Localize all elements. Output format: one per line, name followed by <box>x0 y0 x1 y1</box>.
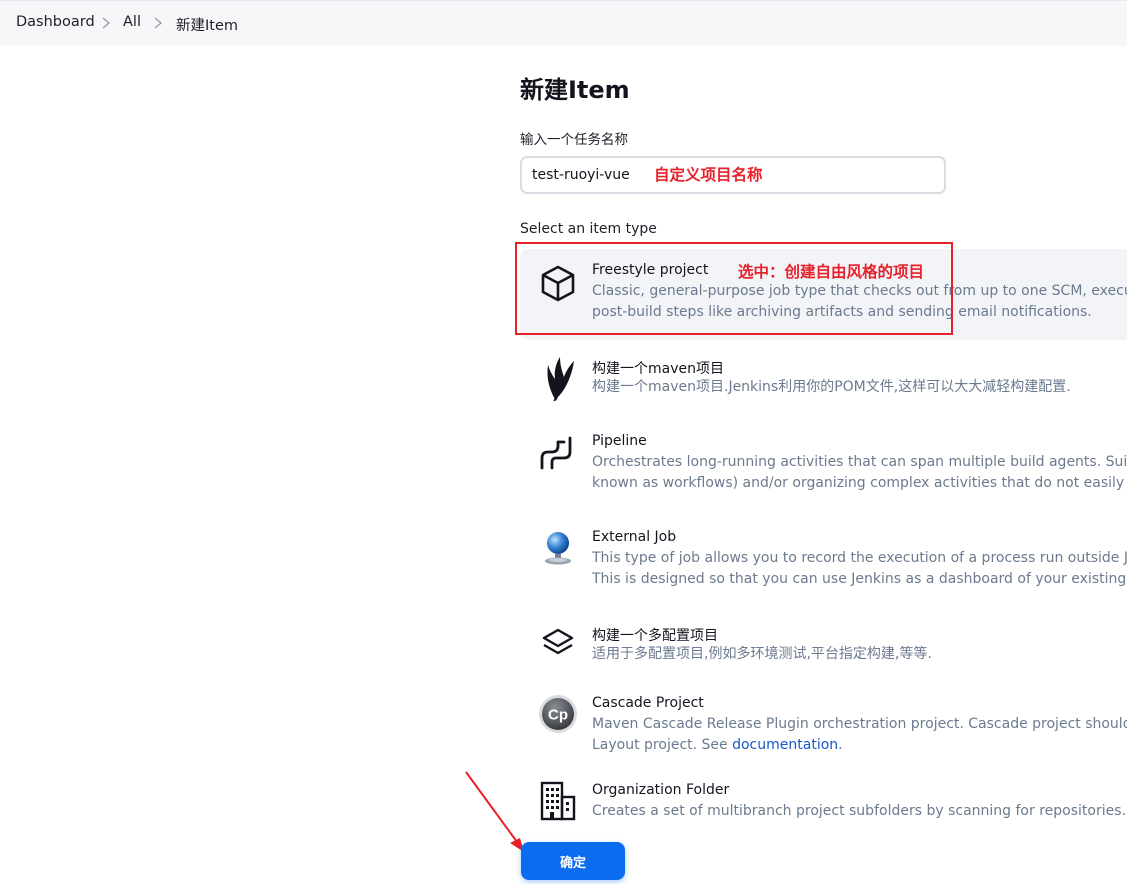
item-type-pipeline[interactable]: Pipeline Orchestrates long-running activ… <box>520 420 1127 512</box>
breadcrumb-all[interactable]: All <box>123 14 141 30</box>
item-type-title: Cascade Project <box>592 695 704 711</box>
breadcrumb-current: 新建Item <box>176 18 239 34</box>
item-type-title: Organization Folder <box>592 782 730 798</box>
item-type-description: Creates a set of multibranch project sub… <box>592 803 1126 819</box>
item-type-title: External Job <box>592 529 677 545</box>
cube-icon <box>538 263 578 303</box>
item-type-title: 构建一个maven项目 <box>592 361 724 377</box>
chevron-right-icon <box>152 16 164 30</box>
cascade-cp-icon: Cp <box>538 694 578 734</box>
building-icon <box>538 781 578 821</box>
chevron-right-icon <box>100 16 112 30</box>
item-type-label: Select an item type <box>520 221 657 237</box>
item-type-title: 构建一个多配置项目 <box>592 628 718 644</box>
page-title: 新建Item <box>520 76 630 104</box>
item-type-description: Maven Cascade Release Plugin orchestrati… <box>592 716 1127 753</box>
item-type-organization-folder[interactable]: Organization Folder Creates a set of mul… <box>520 769 1127 835</box>
item-type-description: Classic, general-purpose job type that c… <box>592 283 1127 320</box>
item-type-maven[interactable]: 构建一个maven项目 构建一个maven项目.Jenkins利用你的POM文件… <box>520 345 1127 415</box>
item-type-description: 构建一个maven项目.Jenkins利用你的POM文件,这样可以大大减轻构建配… <box>592 379 1071 395</box>
maven-feather-icon <box>538 353 578 403</box>
item-type-title: Pipeline <box>592 433 647 449</box>
annotation-name-note: 自定义项目名称 <box>654 166 763 184</box>
item-type-description: This type of job allows you to record th… <box>592 550 1127 587</box>
breadcrumb: Dashboard All 新建Item <box>0 0 1127 46</box>
item-name-input[interactable] <box>532 165 652 185</box>
item-type-multi-configuration[interactable]: 构建一个多配置项目 适用于多配置项目,例如多环境测试,平台指定构建,等等. <box>520 612 1127 682</box>
ok-button[interactable]: 确定 <box>521 842 625 880</box>
pipeline-icon <box>538 434 578 474</box>
item-type-cascade-project[interactable]: Cp Cascade Project Maven Cascade Release… <box>520 682 1127 766</box>
item-type-description: 适用于多配置项目,例如多环境测试,平台指定构建,等等. <box>592 646 932 662</box>
breadcrumb-dashboard[interactable]: Dashboard <box>16 14 95 30</box>
svg-text:Cp: Cp <box>548 707 568 724</box>
item-name-label: 输入一个任务名称 <box>520 132 628 148</box>
documentation-link[interactable]: documentation <box>732 737 838 753</box>
item-type-description: Orchestrates long-running activities tha… <box>592 454 1127 491</box>
globe-monitor-icon <box>538 528 578 568</box>
item-type-external-job[interactable]: External Job This type of job allows you… <box>520 516 1127 608</box>
item-type-title: Freestyle project <box>592 262 709 278</box>
layers-icon <box>538 624 578 664</box>
annotation-type-note: 选中：创建自由风格的项目 <box>738 263 925 281</box>
